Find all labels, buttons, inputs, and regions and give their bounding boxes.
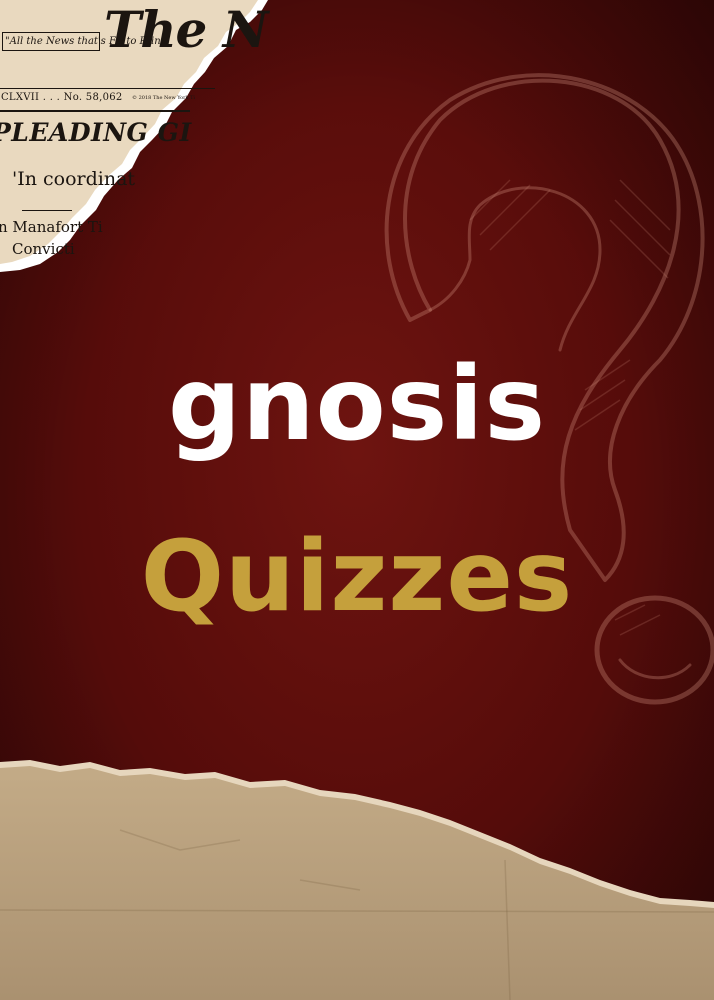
newspaper-story-line-2: Convicti <box>12 240 75 258</box>
newspaper-masthead: The N <box>104 0 268 59</box>
newspaper-story-line-1: n Manafort Ti <box>0 218 103 236</box>
newspaper-copyright: © 2018 The New York Ti <box>132 95 196 101</box>
newspaper-rule-bottom <box>0 110 190 112</box>
poster: "All the News that's Fit to Print" The N… <box>0 0 714 1000</box>
title-quizzes: Quizzes <box>140 520 574 634</box>
newspaper-clipping: "All the News that's Fit to Print" The N… <box>0 0 300 275</box>
newspaper-rule-top <box>0 88 215 89</box>
newspaper-headline: PLEADING GI <box>0 118 192 147</box>
newspaper-subhead: 'In coordinat <box>12 168 136 190</box>
newspaper-rule-story <box>22 210 72 211</box>
newspaper-slogan: "All the News that's Fit to Print" <box>2 32 169 51</box>
newspaper-issue: ..CLXVII . . . No. 58,062 <box>0 92 123 103</box>
title-gnosis: gnosis <box>167 345 547 464</box>
kraft-paper <box>0 760 714 1000</box>
